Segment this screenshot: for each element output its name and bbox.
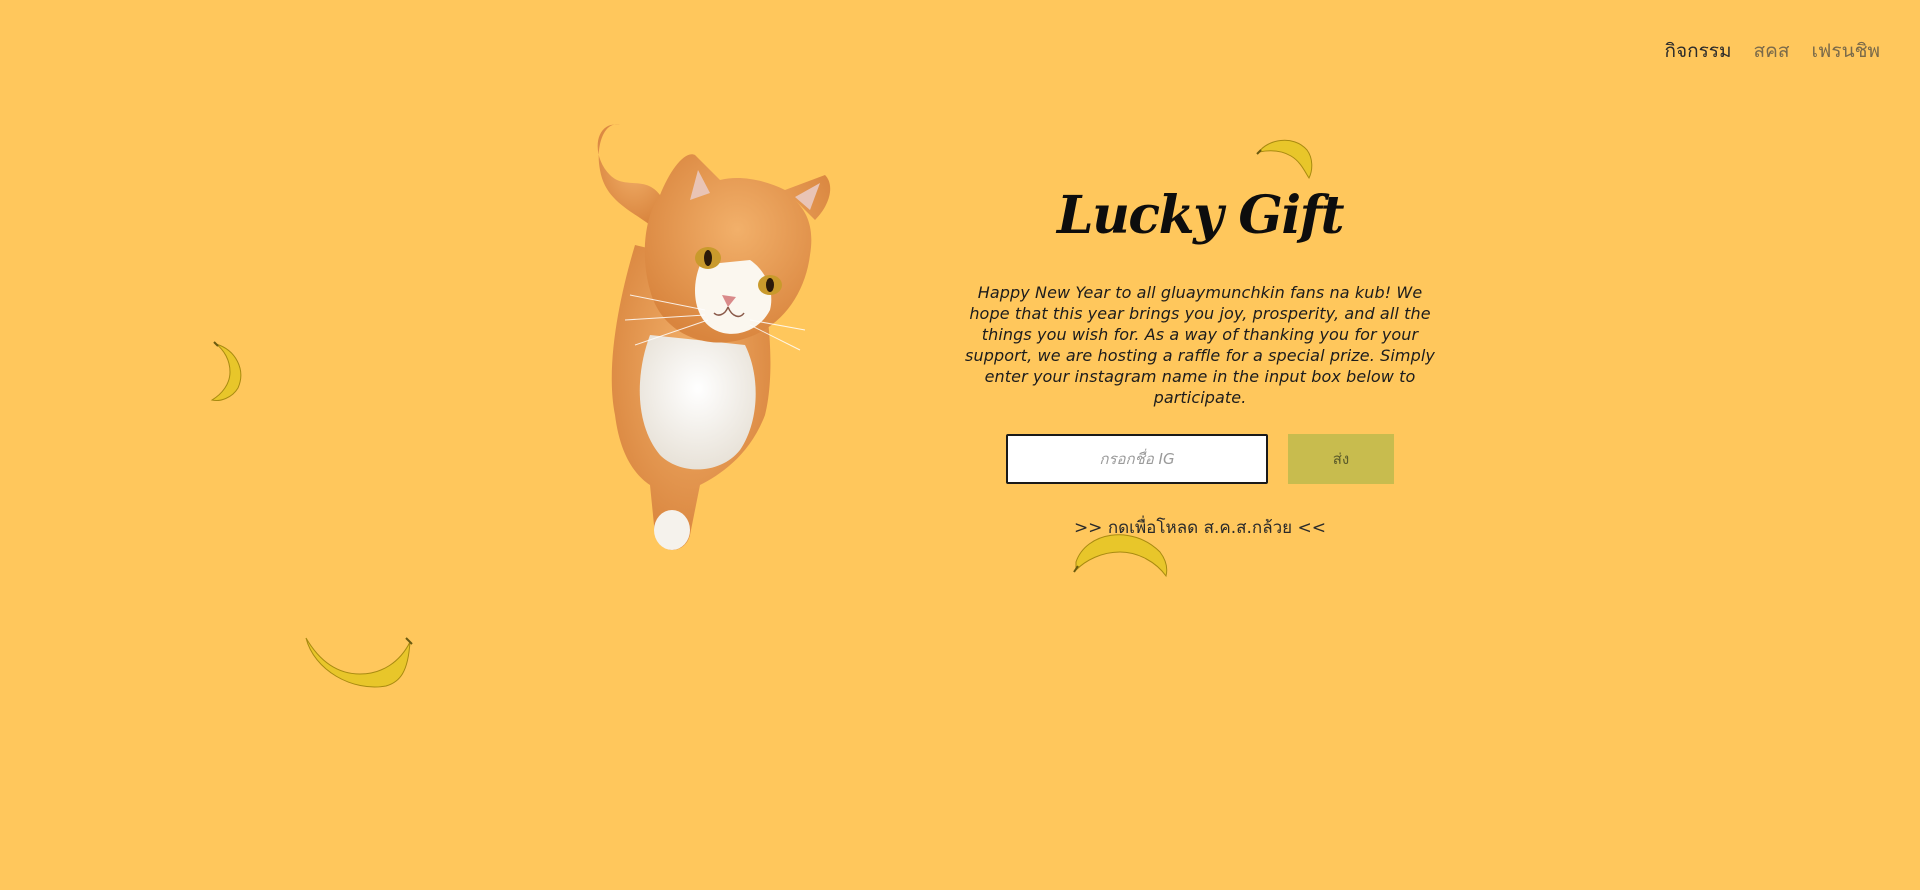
nav-item-greeting-card[interactable]: สคส xyxy=(1754,36,1790,66)
cat-image xyxy=(597,124,831,550)
ig-form: ส่ง xyxy=(960,434,1440,484)
page: กิจกรรม สคส เฟรนชิพ Lucky Gift Happy New… xyxy=(0,0,1920,890)
submit-button[interactable]: ส่ง xyxy=(1288,434,1394,484)
nav-item-franchise[interactable]: เฟรนชิพ xyxy=(1811,36,1880,66)
top-nav: กิจกรรม สคส เฟรนชิพ xyxy=(1664,36,1880,66)
banana-icon xyxy=(210,341,242,401)
download-card-link[interactable]: >> กดเพื่อโหลด ส.ค.ส.กล้วย << xyxy=(1074,514,1326,541)
banana-icon xyxy=(305,637,413,688)
banana-icon xyxy=(1256,139,1313,179)
hero-section: Lucky Gift Happy New Year to all gluaymu… xyxy=(960,180,1440,541)
nav-item-activity[interactable]: กิจกรรม xyxy=(1664,36,1731,66)
page-title: Lucky Gift xyxy=(1057,185,1344,246)
hero-description: Happy New Year to all gluaymunchkin fans… xyxy=(965,283,1435,407)
ig-name-input[interactable] xyxy=(1006,434,1268,484)
